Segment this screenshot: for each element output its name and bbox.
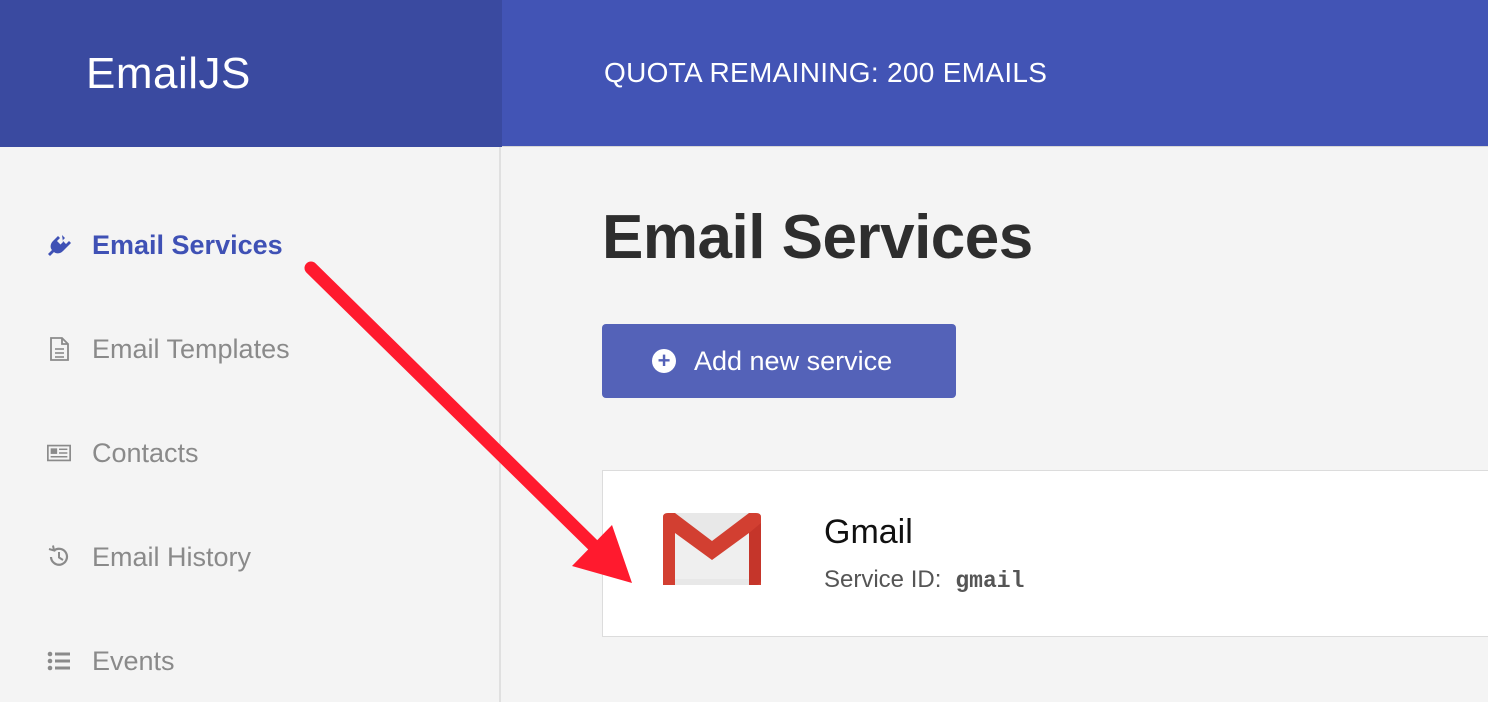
quota-text: QUOTA REMAINING: 200 EMAILS xyxy=(604,57,1048,88)
gmail-icon xyxy=(663,513,761,585)
history-icon xyxy=(44,542,74,572)
sidebar-item-email-history[interactable]: Email History xyxy=(44,537,251,577)
list-icon xyxy=(44,646,74,676)
sidebar-item-label: Email Services xyxy=(92,229,283,260)
brand-logo[interactable]: EmailJS xyxy=(0,0,502,147)
add-new-service-label: Add new service xyxy=(694,345,893,376)
sidebar-item-label: Contacts xyxy=(92,437,199,468)
document-icon xyxy=(44,334,74,364)
service-id-value[interactable]: gmail xyxy=(955,568,1024,594)
sidebar-item-contacts[interactable]: Contacts xyxy=(44,433,199,473)
service-id-row: Service ID: gmail xyxy=(824,566,1024,594)
sidebar-item-email-services[interactable]: Email Services xyxy=(44,225,283,265)
sidebar-item-email-templates[interactable]: Email Templates xyxy=(44,329,290,369)
main-content: Email Services + Add new service Gmail S… xyxy=(503,147,1488,702)
sidebar-item-events[interactable]: Events xyxy=(44,641,175,681)
page-title: Email Services xyxy=(602,203,1033,272)
add-new-service-button[interactable]: + Add new service xyxy=(602,324,956,398)
service-id-label: Service ID: xyxy=(824,566,942,593)
app-header: EmailJS QUOTA REMAINING: 200 EMAILS xyxy=(0,0,1488,147)
sidebar-item-label: Email Templates xyxy=(92,333,290,364)
quota-bar: QUOTA REMAINING: 200 EMAILS xyxy=(502,0,1488,147)
sidebar-item-label: Email History xyxy=(92,541,252,572)
plug-icon xyxy=(44,230,74,260)
service-name: Gmail xyxy=(824,513,913,551)
sidebar: Email Services Email Templates Contacts … xyxy=(0,147,501,702)
service-card-gmail[interactable]: Gmail Service ID: gmail xyxy=(602,470,1488,637)
sidebar-item-label: Events xyxy=(92,645,175,676)
contacts-icon xyxy=(44,438,74,468)
plus-circle-icon: + xyxy=(652,349,676,373)
